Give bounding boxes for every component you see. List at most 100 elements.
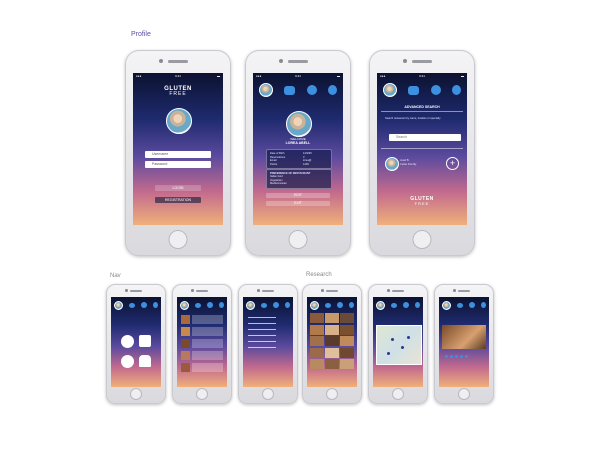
calendar-icon[interactable] — [139, 335, 151, 347]
nav-avatar[interactable] — [180, 300, 189, 310]
grid-photo[interactable] — [310, 313, 324, 323]
menu-item[interactable] — [248, 347, 276, 348]
home-button[interactable] — [392, 388, 404, 400]
nav-avatar[interactable] — [442, 300, 451, 310]
chef-hat-icon[interactable] — [139, 355, 151, 367]
login-button[interactable]: LOGIN — [155, 185, 201, 191]
grid-photo[interactable] — [325, 336, 339, 346]
group-icon[interactable] — [325, 302, 331, 308]
location-icon[interactable] — [349, 302, 354, 308]
phone-research-grid — [302, 284, 362, 404]
top-nav — [439, 300, 489, 310]
location-icon[interactable] — [481, 302, 486, 308]
grid-photo[interactable] — [325, 347, 339, 358]
restaurant-photo[interactable] — [442, 325, 486, 349]
group-icon[interactable] — [408, 85, 420, 95]
menu-item[interactable] — [248, 323, 276, 324]
money-icon[interactable] — [273, 302, 279, 308]
section-label-research: Research — [306, 272, 332, 278]
location-icon[interactable] — [219, 302, 224, 308]
speaker — [196, 290, 208, 292]
map-pin-icon[interactable] — [391, 338, 394, 341]
group-icon[interactable] — [457, 302, 463, 308]
money-icon[interactable] — [403, 302, 409, 308]
battery-icon: ▬ — [461, 74, 464, 78]
status-bar: ●●● 9:41 ▬ — [253, 73, 343, 79]
money-icon[interactable] — [207, 302, 213, 308]
username-field[interactable]: Username — [145, 151, 211, 158]
nav-avatar[interactable] — [258, 83, 273, 97]
list-item[interactable] — [181, 315, 223, 324]
menu-item[interactable] — [248, 341, 276, 342]
location-icon[interactable] — [328, 85, 338, 95]
grid-photo[interactable] — [340, 359, 354, 369]
grid-photo[interactable] — [310, 324, 324, 335]
map-screen — [373, 297, 423, 387]
map-pin-icon[interactable] — [387, 352, 390, 355]
nav-avatar[interactable] — [114, 300, 123, 310]
home-button[interactable] — [130, 388, 142, 400]
grid-photo[interactable] — [340, 347, 354, 358]
list-item[interactable] — [181, 351, 223, 360]
profile-screen: ●●● 9:41 ▬ WELCOME LOREA ABELL Date of B… — [253, 73, 343, 225]
grid-photo[interactable] — [340, 336, 354, 346]
grid-photo[interactable] — [340, 313, 354, 323]
money-icon[interactable] — [141, 302, 147, 308]
profile-avatar[interactable] — [286, 111, 312, 137]
menu-item[interactable] — [248, 335, 276, 336]
group-icon[interactable] — [284, 85, 296, 95]
group-icon[interactable] — [195, 302, 201, 308]
grid-photo[interactable] — [340, 324, 354, 335]
nav-avatar[interactable] — [246, 300, 255, 310]
menu-item[interactable] — [248, 317, 276, 318]
location-icon[interactable] — [153, 302, 158, 308]
home-button[interactable] — [168, 230, 188, 249]
money-icon[interactable] — [337, 302, 343, 308]
password-field[interactable]: Password — [145, 161, 211, 168]
group-icon[interactable] — [129, 302, 135, 308]
group-icon[interactable] — [261, 302, 267, 308]
home-button[interactable] — [412, 230, 432, 249]
nav-avatar[interactable] — [382, 83, 397, 97]
grid-photo[interactable] — [325, 359, 339, 369]
money-icon[interactable] — [430, 85, 441, 95]
home-button[interactable] — [326, 388, 338, 400]
home-button[interactable] — [288, 230, 308, 249]
edit-button[interactable]: EDIT — [266, 193, 330, 198]
search-input[interactable]: Search — [389, 134, 461, 141]
money-icon[interactable] — [306, 85, 317, 95]
map-pin-icon[interactable] — [407, 336, 410, 339]
grid-photo[interactable] — [325, 313, 339, 323]
money-icon[interactable] — [469, 302, 475, 308]
menu-item[interactable] — [248, 329, 276, 330]
top-nav — [243, 300, 293, 310]
camera — [403, 59, 407, 63]
home-button[interactable] — [196, 388, 208, 400]
plus-icon[interactable]: + — [446, 157, 459, 170]
location-icon[interactable] — [415, 302, 420, 308]
grid-photo[interactable] — [310, 347, 324, 358]
list-item[interactable] — [181, 327, 223, 336]
nav-avatar[interactable] — [310, 300, 319, 310]
speaker — [458, 290, 470, 292]
settings-icon[interactable] — [121, 355, 134, 368]
avatar[interactable] — [166, 108, 192, 134]
register-button[interactable]: REGISTRATION — [155, 197, 201, 203]
location-icon[interactable] — [452, 85, 462, 95]
phone-research-detail — [434, 284, 494, 404]
nav-avatar[interactable] — [376, 300, 385, 310]
location-icon[interactable] — [285, 302, 290, 308]
grid-photo[interactable] — [325, 324, 339, 335]
home-button[interactable] — [262, 388, 274, 400]
chat-icon[interactable] — [121, 335, 134, 348]
group-icon[interactable] — [391, 302, 397, 308]
exit-button[interactable]: EXIT — [266, 201, 330, 206]
list-item[interactable] — [181, 339, 223, 348]
grid-photo[interactable] — [310, 359, 324, 369]
section-label-profile: Profile — [131, 31, 151, 38]
list-item[interactable] — [181, 363, 223, 372]
home-button[interactable] — [458, 388, 470, 400]
map-pin-icon[interactable] — [401, 346, 404, 349]
grid-photo[interactable] — [310, 336, 324, 346]
map-view[interactable] — [376, 325, 422, 365]
